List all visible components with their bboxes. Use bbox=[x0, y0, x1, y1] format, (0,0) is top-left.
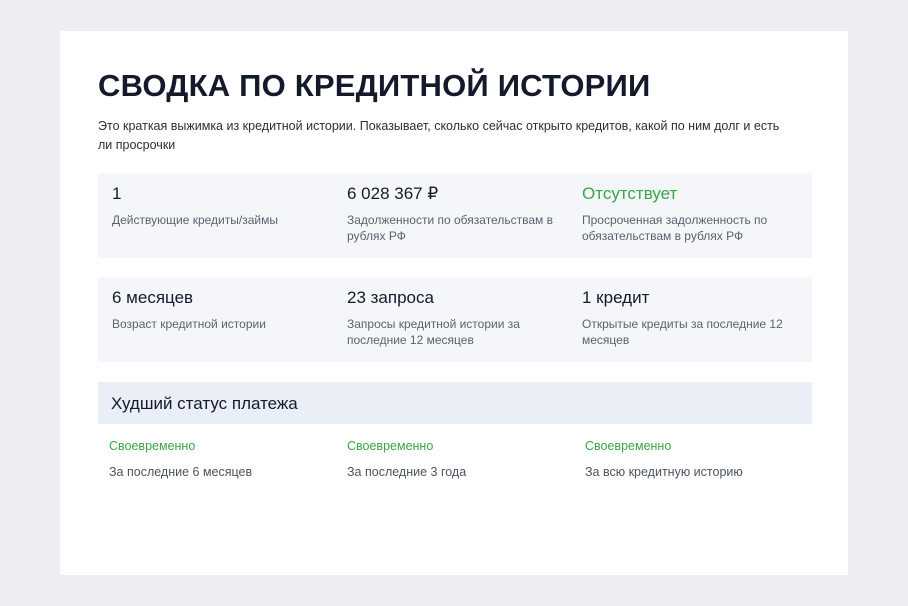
stat-label: Просроченная задолженность по обязательс… bbox=[582, 213, 768, 243]
period-label: За всю кредитную историю bbox=[585, 465, 743, 479]
stat-active-loans: 1 Действующие кредиты/займы bbox=[112, 184, 347, 258]
stat-total-debt: 6 028 367 ₽ Задолженности по обязательст… bbox=[347, 184, 582, 258]
worst-status-header: Худший статус платежа bbox=[98, 382, 812, 424]
stat-label: Задолженности по обязательствам в рублях… bbox=[347, 213, 553, 243]
worst-status-periods: Своевременно За последние 6 месяцев Свое… bbox=[98, 424, 812, 480]
stat-label: Запросы кредитной истории за последние 1… bbox=[347, 317, 520, 347]
stat-value: 6 месяцев bbox=[112, 288, 194, 307]
stat-value: 1 bbox=[112, 184, 122, 203]
stats-row-history: 6 месяцев Возраст кредитной истории 23 з… bbox=[98, 277, 812, 362]
stat-history-requests: 23 запроса Запросы кредитной истории за … bbox=[347, 288, 582, 362]
credit-summary-card: СВОДКА ПО КРЕДИТНОЙ ИСТОРИИ Это краткая … bbox=[60, 31, 848, 575]
stats-row-current: 1 Действующие кредиты/займы 6 028 367 ₽ … bbox=[98, 173, 812, 258]
stat-history-age: 6 месяцев Возраст кредитной истории bbox=[112, 288, 347, 362]
period-6-months: Своевременно За последние 6 месяцев bbox=[109, 438, 347, 480]
stat-value: 23 запроса bbox=[347, 288, 434, 307]
period-label: За последние 3 года bbox=[347, 465, 467, 479]
page-title: СВОДКА ПО КРЕДИТНОЙ ИСТОРИИ bbox=[98, 68, 651, 103]
period-3-years: Своевременно За последние 3 года bbox=[347, 438, 585, 480]
stat-recent-loans: 1 кредит Открытые кредиты за последние 1… bbox=[582, 288, 817, 362]
period-all-history: Своевременно За всю кредитную историю bbox=[585, 438, 823, 480]
stat-value: 6 028 367 ₽ bbox=[347, 184, 439, 203]
period-label: За последние 6 месяцев bbox=[109, 465, 253, 479]
stat-value: 1 кредит bbox=[582, 288, 650, 307]
stat-label: Открытые кредиты за последние 12 месяцев bbox=[582, 317, 783, 347]
payment-status: Своевременно bbox=[585, 439, 672, 453]
page-subtitle: Это краткая выжимка из кредитной истории… bbox=[98, 119, 780, 152]
stat-label: Действующие кредиты/займы bbox=[112, 213, 278, 227]
payment-status: Своевременно bbox=[347, 439, 434, 453]
stat-value: Отсутствует bbox=[582, 184, 678, 203]
payment-status: Своевременно bbox=[109, 439, 196, 453]
stat-label: Возраст кредитной истории bbox=[112, 317, 266, 331]
stat-overdue-debt: Отсутствует Просроченная задолженность п… bbox=[582, 184, 817, 258]
